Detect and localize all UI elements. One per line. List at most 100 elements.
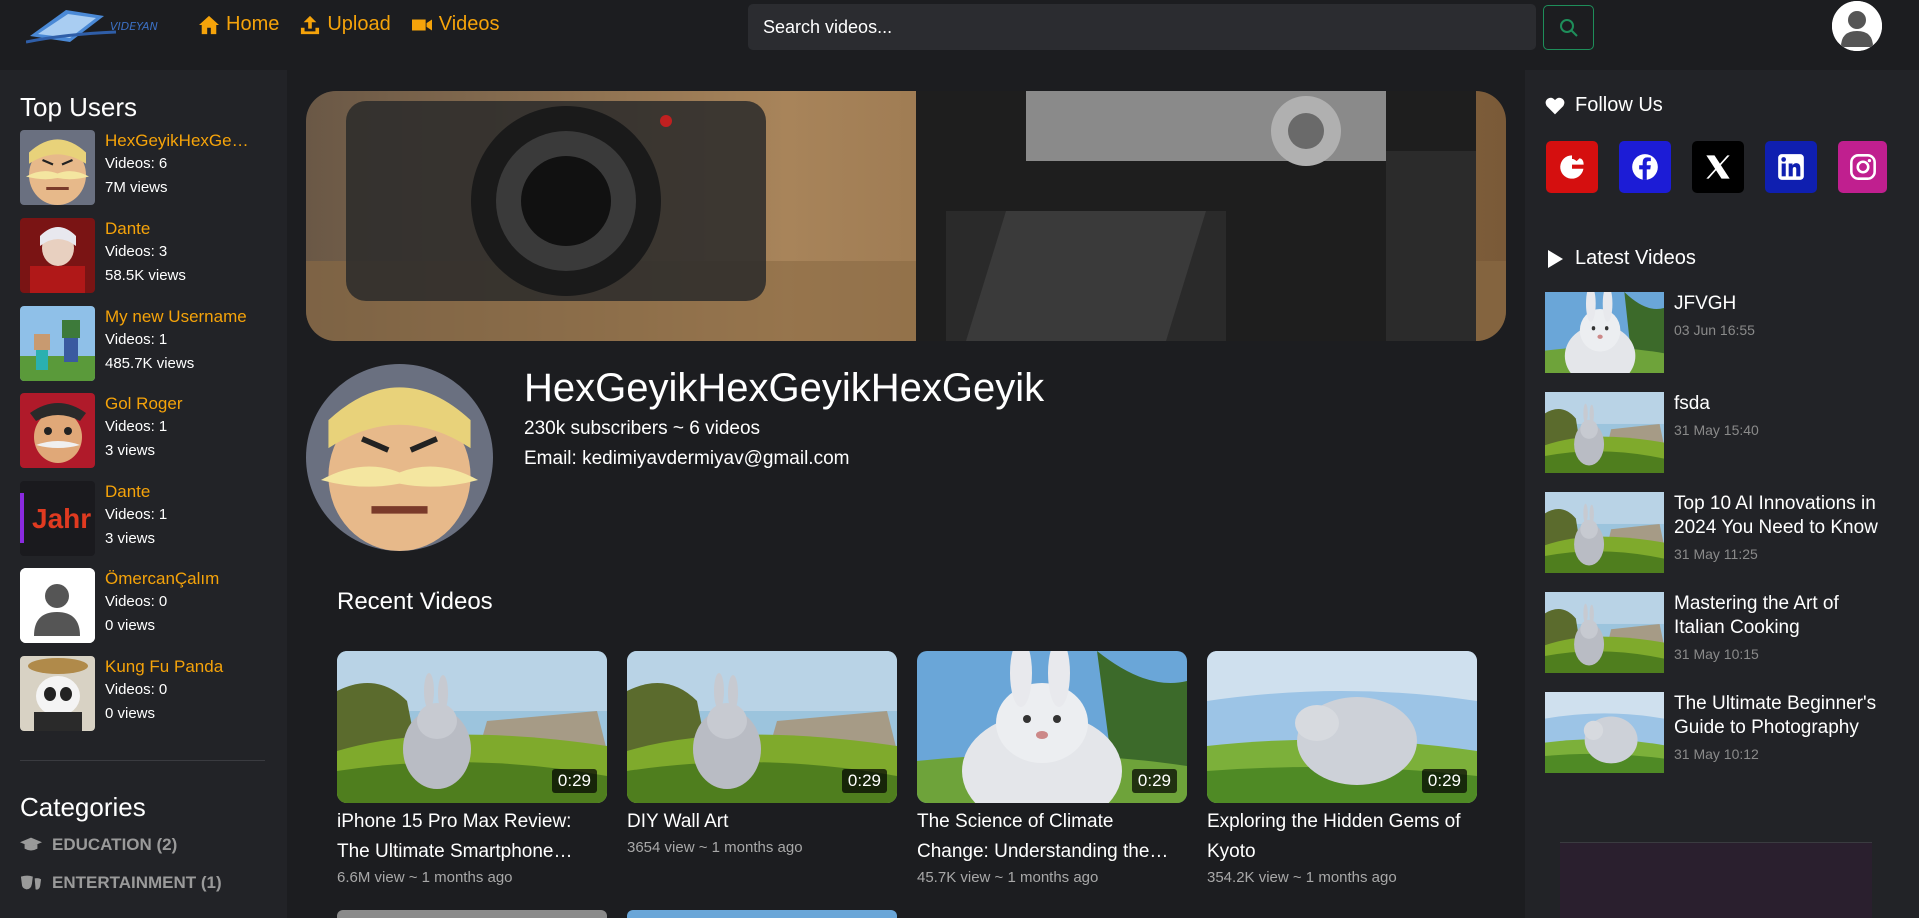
- x-icon: [1706, 155, 1730, 179]
- top-user-avatar: [20, 306, 95, 381]
- top-user-name[interactable]: ÖmercanÇalım: [105, 568, 255, 590]
- site-logo[interactable]: VIDEYAN: [25, 6, 168, 46]
- category-entertainment[interactable]: ENTERTAINMENT (1): [20, 873, 222, 893]
- linkedin-icon: [1778, 154, 1804, 180]
- latest-video-date: 03 Jun 16:55: [1674, 322, 1755, 338]
- video-title[interactable]: DIY Wall Art: [627, 807, 897, 837]
- top-user-name[interactable]: Gol Roger: [105, 393, 255, 415]
- video-thumbnail[interactable]: 0:29: [337, 651, 607, 803]
- category-label: EDUCATION (2): [52, 835, 178, 854]
- google-button[interactable]: [1546, 141, 1598, 193]
- latest-video-thumbnail[interactable]: [1545, 692, 1664, 773]
- nav-upload-label: Upload: [327, 13, 391, 35]
- latest-video-thumbnail[interactable]: [1545, 592, 1664, 673]
- top-user-videos: Videos: 3: [105, 243, 168, 260]
- top-user-avatar: [20, 218, 95, 293]
- top-navbar: VIDEYAN Home Upload Videos: [0, 0, 1919, 53]
- instagram-button[interactable]: [1838, 141, 1887, 193]
- latest-video-thumbnail[interactable]: [1545, 492, 1664, 573]
- video-thumbnail[interactable]: 0:29: [917, 651, 1187, 803]
- follow-us-label: Follow Us: [1575, 94, 1663, 116]
- nav-home-label: Home: [226, 13, 280, 35]
- theater-masks-icon: [20, 875, 42, 890]
- video-meta: 6.6M view ~ 1 months ago: [337, 869, 513, 886]
- video-card[interactable]: 0:29 DIY Wall Art 3654 view ~ 1 months a…: [627, 651, 897, 856]
- sidebar-ad-banner[interactable]: [1560, 842, 1872, 918]
- jahr-text: Jahr: [32, 503, 92, 534]
- nav-videos-link[interactable]: Videos: [411, 13, 500, 36]
- latest-video-item[interactable]: Top 10 AI Innovations in 2024 You Need t…: [1545, 492, 1905, 574]
- top-user-name[interactable]: Kung Fu Panda: [105, 656, 255, 678]
- top-user-name[interactable]: Dante: [105, 218, 255, 240]
- latest-video-item[interactable]: The Ultimate Beginner's Guide to Photogr…: [1545, 692, 1905, 774]
- top-user-avatar: [20, 656, 95, 731]
- latest-video-title[interactable]: The Ultimate Beginner's Guide to Photogr…: [1674, 692, 1884, 740]
- channel-stats: 230k subscribers ~ 6 videos: [524, 418, 761, 439]
- x-button[interactable]: [1692, 141, 1744, 193]
- search-input[interactable]: [748, 4, 1536, 50]
- linkedin-button[interactable]: [1765, 141, 1817, 193]
- latest-video-date: 31 May 10:12: [1674, 746, 1759, 762]
- top-user-videos: Videos: 6: [105, 155, 168, 172]
- video-title[interactable]: The Science of Climate Change: Understan…: [917, 807, 1187, 867]
- graduation-cap-icon: [20, 837, 42, 851]
- latest-video-thumbnail[interactable]: [1545, 392, 1664, 473]
- latest-video-title[interactable]: Top 10 AI Innovations in 2024 You Need t…: [1674, 492, 1884, 540]
- top-user-item[interactable]: ÖmercanÇalım Videos: 0 0 views: [20, 568, 265, 646]
- top-user-videos: Videos: 0: [105, 681, 168, 698]
- top-user-item[interactable]: Dante Videos: 3 58.5K views: [20, 218, 265, 296]
- video-duration: 0:29: [551, 769, 597, 793]
- top-user-videos: Videos: 0: [105, 593, 168, 610]
- video-title[interactable]: iPhone 15 Pro Max Review: The Ultimate S…: [337, 807, 607, 867]
- facebook-button[interactable]: [1619, 141, 1671, 193]
- latest-video-item[interactable]: fsda 31 May 15:40: [1545, 392, 1905, 474]
- latest-video-date: 31 May 15:40: [1674, 422, 1759, 438]
- top-user-avatar: [20, 393, 95, 468]
- top-user-avatar: Jahr: [20, 481, 95, 556]
- user-avatar[interactable]: [1832, 1, 1882, 51]
- latest-video-item[interactable]: Mastering the Art of Italian Cooking 31 …: [1545, 592, 1905, 674]
- video-title[interactable]: Exploring the Hidden Gems of Kyoto: [1207, 807, 1477, 867]
- video-duration: 0:29: [1131, 769, 1177, 793]
- top-user-views: 0 views: [105, 617, 156, 634]
- video-card[interactable]: 0:29 The Science of Climate Change: Unde…: [917, 651, 1187, 886]
- top-user-views: 485.7K views: [105, 355, 195, 372]
- top-user-views: 58.5K views: [105, 267, 186, 284]
- latest-video-title[interactable]: JFVGH: [1674, 292, 1884, 316]
- video-card[interactable]: 0:29 iPhone 15 Pro Max Review: The Ultim…: [337, 651, 607, 886]
- nav-upload-link[interactable]: Upload: [299, 13, 391, 36]
- latest-video-title[interactable]: fsda: [1674, 392, 1884, 416]
- right-sidebar: Follow Us Latest Videos JFVGH 03 Jun 16:…: [1525, 70, 1919, 918]
- channel-avatar: [306, 364, 493, 551]
- video-thumbnail[interactable]: [337, 910, 607, 918]
- top-user-item[interactable]: Jahr Dante Videos: 1 3 views: [20, 481, 265, 559]
- category-education[interactable]: EDUCATION (2): [20, 835, 177, 855]
- video-thumbnail[interactable]: 0:29: [1207, 651, 1477, 803]
- top-user-videos: Videos: 1: [105, 331, 168, 348]
- top-user-name[interactable]: My new Username: [105, 306, 255, 328]
- latest-video-item[interactable]: JFVGH 03 Jun 16:55: [1545, 292, 1905, 374]
- top-user-item[interactable]: HexGeyikHexGeyikHexGeyik Videos: 6 7M vi…: [20, 130, 265, 208]
- heart-icon: [1545, 97, 1565, 114]
- video-thumbnail[interactable]: 0:29: [627, 651, 897, 803]
- channel-banner: [306, 91, 1506, 341]
- top-user-name[interactable]: Dante: [105, 481, 255, 503]
- latest-video-title[interactable]: Mastering the Art of Italian Cooking: [1674, 592, 1884, 640]
- search-button[interactable]: [1543, 5, 1594, 50]
- top-user-item[interactable]: Gol Roger Videos: 1 3 views: [20, 393, 265, 471]
- top-user-name[interactable]: HexGeyikHexGeyikHexGeyik: [105, 130, 255, 152]
- top-user-views: 7M views: [105, 179, 168, 196]
- video-camera-icon: [411, 19, 432, 30]
- video-duration: 0:29: [1421, 769, 1467, 793]
- top-user-item[interactable]: Kung Fu Panda Videos: 0 0 views: [20, 656, 265, 734]
- video-thumbnail[interactable]: [627, 910, 897, 918]
- latest-videos-label: Latest Videos: [1575, 247, 1696, 269]
- channel-email: Email: kedimiyavdermiyav@gmail.com: [524, 448, 850, 469]
- svg-text:VIDEYAN: VIDEYAN: [110, 20, 158, 33]
- categories-title: Categories: [20, 792, 146, 822]
- latest-video-thumbnail[interactable]: [1545, 292, 1664, 373]
- nav-home-link[interactable]: Home: [198, 13, 279, 36]
- video-card[interactable]: 0:29 Exploring the Hidden Gems of Kyoto …: [1207, 651, 1477, 886]
- top-user-item[interactable]: My new Username Videos: 1 485.7K views: [20, 306, 265, 384]
- video-meta: 45.7K view ~ 1 months ago: [917, 869, 1099, 886]
